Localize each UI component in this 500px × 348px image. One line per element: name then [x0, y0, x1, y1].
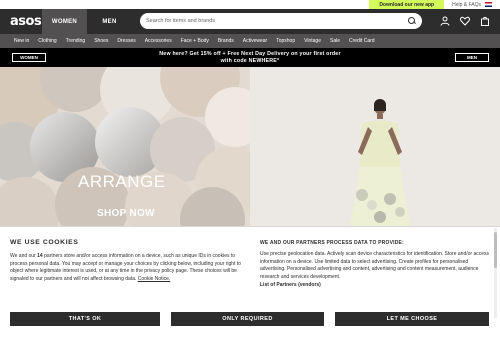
let-me-choose-button[interactable]: LET ME CHOOSE: [335, 312, 489, 326]
nav-item-shoes[interactable]: Shoes: [94, 38, 108, 44]
vendors-list-link[interactable]: List of Partners (vendors): [260, 282, 492, 288]
nav-item-trending[interactable]: Trending: [66, 38, 86, 44]
promo-line-2: with code NEWHERE*: [220, 57, 280, 64]
cookie-consent-dialog: WE USE COOKIES We and our 14 partners st…: [0, 226, 500, 348]
promo-men-button[interactable]: MEN: [455, 53, 489, 62]
download-app-link[interactable]: Download our new app: [369, 0, 445, 9]
cookie-notice-link[interactable]: Cookie Notice.: [138, 276, 171, 282]
nav-item-dresses[interactable]: Dresses: [117, 38, 135, 44]
cookie-scrollbar-thumb[interactable]: [494, 232, 497, 268]
cookie-body: We and our 14 partners store and/or acce…: [10, 253, 242, 284]
nav-item-brands[interactable]: Brands: [218, 38, 234, 44]
partners-purposes-body: Use precise geolocation data. Actively s…: [260, 251, 490, 280]
partners-purposes-title: WE AND OUR PARTNERS PROCESS DATA TO PROV…: [260, 240, 404, 246]
tab-women[interactable]: WOMEN: [42, 9, 87, 34]
heart-icon[interactable]: [460, 15, 470, 26]
promo-banner[interactable]: WOMEN New here? Get 15% off + Free Next …: [0, 48, 500, 67]
help-faqs-label: Help & FAQs: [452, 1, 481, 8]
cookie-title: WE USE COOKIES: [10, 239, 79, 246]
nav-item-clothing[interactable]: Clothing: [38, 38, 56, 44]
uk-flag-icon[interactable]: [485, 2, 492, 7]
nav-item-face-body[interactable]: Face + Body: [181, 38, 209, 44]
nav-item-new-in[interactable]: New in: [14, 38, 29, 44]
accept-cookies-button[interactable]: THAT'S OK: [10, 312, 160, 326]
nav-item-credit-card[interactable]: Credit Card: [349, 38, 375, 44]
promo-women-button[interactable]: WOMEN: [12, 53, 46, 62]
search-placeholder: Search for items and brands: [146, 18, 216, 24]
hero-image-sequins[interactable]: ARRANGE SHOP NOW: [0, 67, 250, 227]
nav-item-vintage[interactable]: Vintage: [304, 38, 321, 44]
promo-text: New here? Get 15% off + Free Next Day De…: [159, 51, 340, 64]
category-nav: New in Clothing Trending Shoes Dresses A…: [0, 34, 500, 48]
tab-men[interactable]: MEN: [87, 9, 132, 34]
hero-title: ARRANGE: [78, 172, 166, 191]
nav-item-topshop[interactable]: Topshop: [276, 38, 295, 44]
asos-logo[interactable]: asos: [0, 14, 42, 29]
only-required-button[interactable]: ONLY REQUIRED: [171, 312, 324, 326]
search-icon[interactable]: [408, 17, 416, 25]
nav-item-sale[interactable]: Sale: [330, 38, 340, 44]
account-icon[interactable]: [440, 15, 450, 26]
cookie-body-prefix: We and our: [10, 253, 38, 259]
promo-line-1: New here? Get 15% off + Free Next Day De…: [159, 51, 341, 57]
cookie-body-suffix: partners store and/or access information…: [10, 253, 241, 283]
model-illustration: [250, 67, 500, 227]
nav-item-activewear[interactable]: Activewear: [243, 38, 267, 44]
help-faqs[interactable]: Help & FAQs: [444, 2, 500, 8]
site-header: asos WOMEN MEN Search for items and bran…: [0, 9, 500, 34]
nav-item-accessories[interactable]: Accessories: [145, 38, 172, 44]
hero-image-model[interactable]: [250, 67, 500, 227]
search-input[interactable]: Search for items and brands: [140, 13, 422, 29]
bag-icon[interactable]: [480, 15, 490, 26]
utility-bar: Download our new app Help & FAQs: [0, 0, 500, 9]
hero-shop-now-link[interactable]: SHOP NOW: [97, 208, 155, 219]
hero-banner[interactable]: ARRANGE SHOP NOW: [0, 67, 500, 227]
